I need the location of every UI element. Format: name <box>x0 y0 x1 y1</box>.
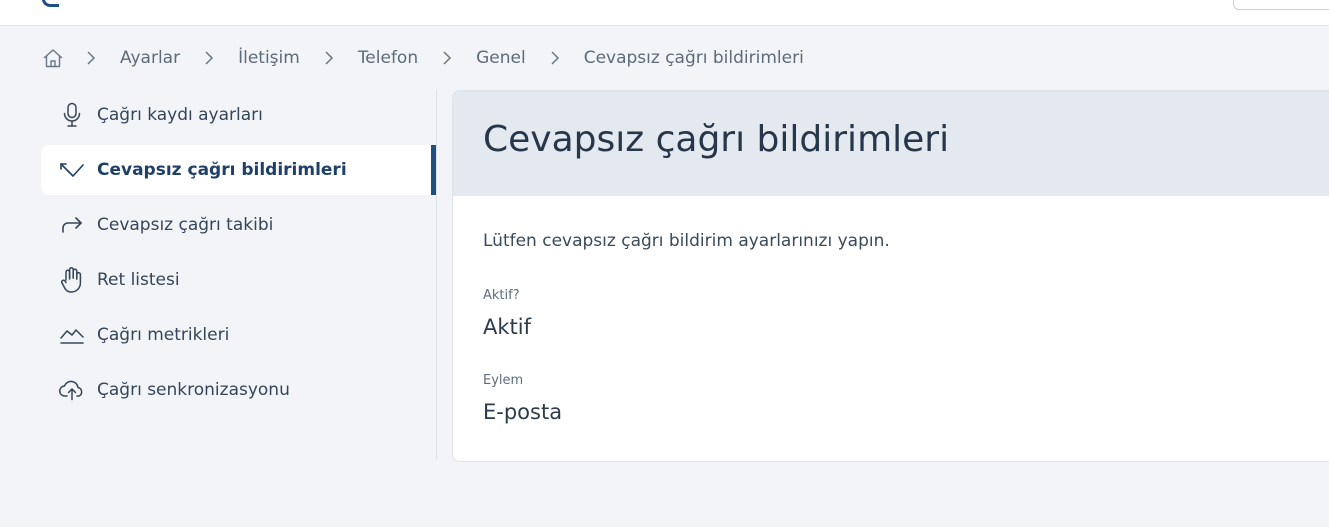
sidebar-item-missed-call-notifications[interactable]: Cevapsız çağrı bildirimleri <box>41 145 431 195</box>
top-right-button[interactable] <box>1233 0 1329 10</box>
sidebar-item-call-metrics[interactable]: Çağrı metrikleri <box>41 310 431 360</box>
breadcrumb-item-telefon[interactable]: Telefon <box>358 48 418 68</box>
top-bar <box>0 0 1329 26</box>
chevron-right-icon <box>442 51 452 65</box>
action-field-label: Eylem <box>483 373 524 388</box>
breadcrumb-item-ayarlar[interactable]: Ayarlar <box>120 48 180 68</box>
sidebar-item-reject-list[interactable]: Ret listesi <box>41 255 431 305</box>
breadcrumb-item-iletisim[interactable]: İletişim <box>238 48 300 68</box>
chevron-right-icon <box>324 51 334 65</box>
sidebar-divider <box>436 90 437 460</box>
home-icon[interactable] <box>42 48 64 68</box>
sidebar-item-call-recording[interactable]: Çağrı kaydı ayarları <box>41 90 431 140</box>
forward-arrow-icon <box>57 216 87 234</box>
sidebar-item-call-sync[interactable]: Çağrı senkronizasyonu <box>41 365 431 415</box>
line-chart-icon <box>57 325 87 345</box>
microphone-icon <box>57 102 87 128</box>
cloud-upload-icon <box>57 379 87 401</box>
sidebar-item-label: Cevapsız çağrı takibi <box>97 215 274 235</box>
panel-header: Cevapsız çağrı bildirimleri <box>453 91 1329 196</box>
sidebar-item-missed-call-followup[interactable]: Cevapsız çağrı takibi <box>41 200 431 250</box>
sidebar-item-label: Cevapsız çağrı bildirimleri <box>97 160 347 180</box>
chevron-right-icon <box>550 51 560 65</box>
active-field-value: Aktif <box>483 315 531 339</box>
breadcrumb-item-current: Cevapsız çağrı bildirimleri <box>583 48 804 68</box>
active-field-label: Aktif? <box>483 288 520 303</box>
chevron-right-icon <box>86 51 96 65</box>
action-field-value: E-posta <box>483 400 563 424</box>
missed-call-icon <box>57 162 87 178</box>
sidebar-item-label: Çağrı kaydı ayarları <box>97 105 263 125</box>
breadcrumb: Ayarlar İletişim Telefon Genel Cevapsız … <box>42 46 828 70</box>
settings-panel: Cevapsız çağrı bildirimleri Lütfen cevap… <box>452 90 1329 462</box>
chevron-right-icon <box>204 51 214 65</box>
settings-sidebar: Çağrı kaydı ayarları Cevapsız çağrı bild… <box>41 90 436 460</box>
sidebar-item-label: Çağrı senkronizasyonu <box>97 380 290 400</box>
sidebar-item-label: Ret listesi <box>97 270 180 290</box>
hand-stop-icon <box>57 266 87 294</box>
breadcrumb-item-genel[interactable]: Genel <box>476 48 526 68</box>
intro-text: Lütfen cevapsız çağrı bildirim ayarların… <box>483 231 890 251</box>
logo[interactable] <box>42 0 59 7</box>
page-title: Cevapsız çağrı bildirimleri <box>483 119 950 160</box>
sidebar-item-label: Çağrı metrikleri <box>97 325 230 345</box>
